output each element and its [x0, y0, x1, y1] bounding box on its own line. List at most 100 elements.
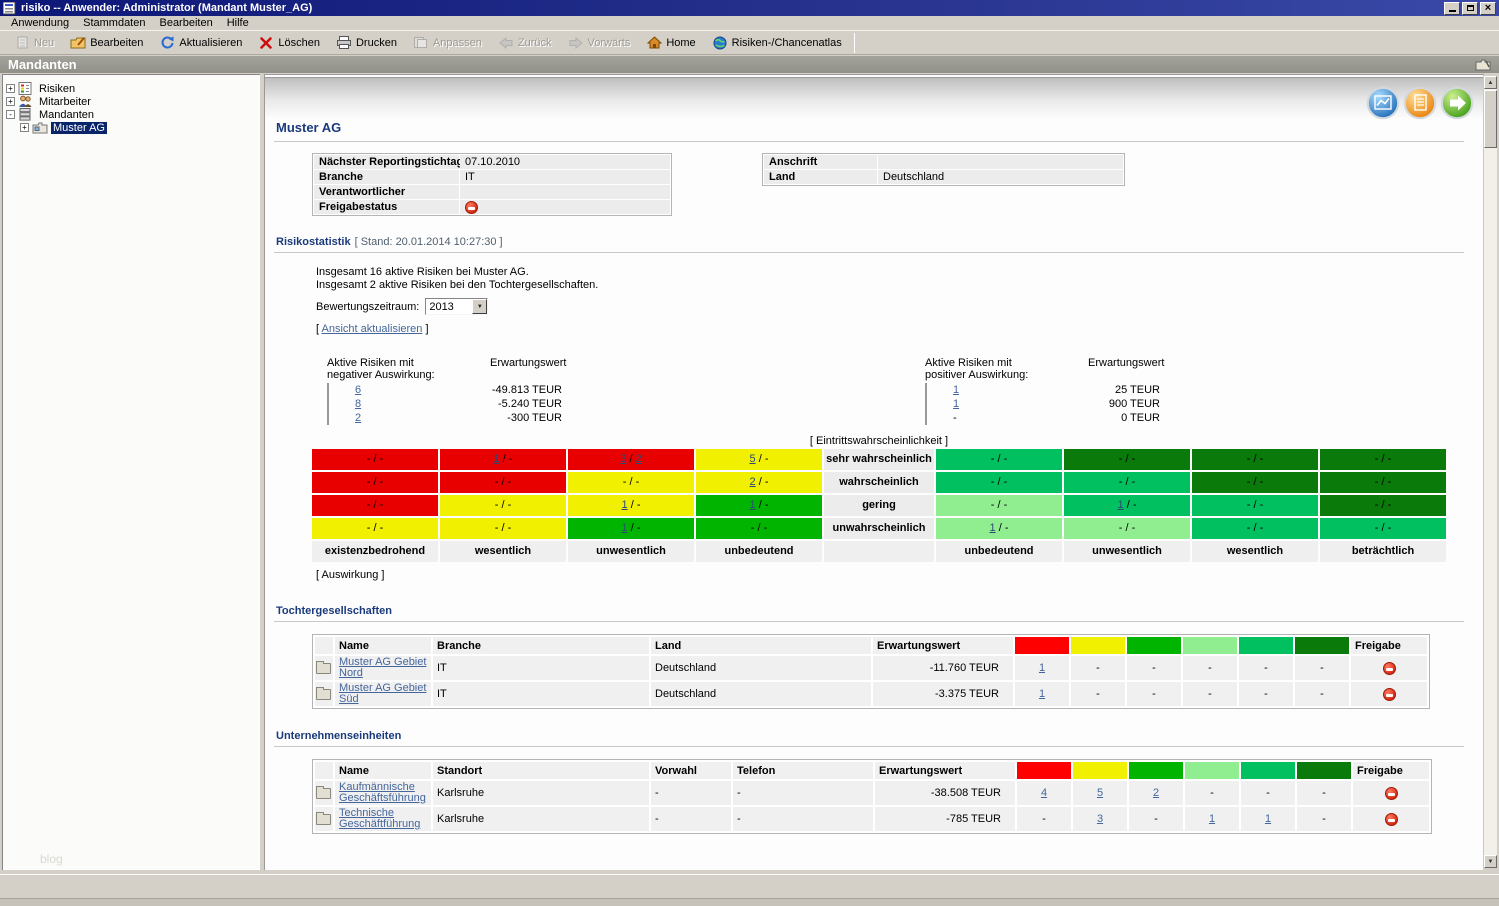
menu-bearbeiten[interactable]: Bearbeiten	[152, 16, 219, 30]
impact-axis-label: unwesentlich	[1064, 541, 1190, 562]
bracket: ]	[425, 323, 428, 335]
matrix-cell: - / -	[312, 495, 438, 516]
refresh-view-link[interactable]: Ansicht aktualisieren	[322, 323, 423, 335]
toolbar-button-risiken-chancenatlas[interactable]: Risiken-/Chancenatlas	[704, 32, 850, 54]
period-row: Bewertungszeitraum: 2013	[316, 298, 488, 315]
legend-color-swatch	[327, 397, 329, 411]
info-value: 07.10.2010	[460, 155, 670, 169]
expand-icon[interactable]: +	[6, 97, 15, 106]
legend-color-swatch	[925, 397, 927, 411]
forward-button[interactable]	[1440, 86, 1474, 120]
matrix-count-link[interactable]: 1	[622, 499, 628, 511]
expand-icon[interactable]: +	[6, 84, 15, 93]
legend-swatch-cell	[925, 398, 953, 410]
toolbar-button-drucken[interactable]: Drucken	[328, 32, 405, 54]
matrix-count-link[interactable]: 2	[636, 453, 642, 465]
risk-count-link[interactable]: 2	[1153, 788, 1159, 799]
expand-icon[interactable]: +	[20, 123, 29, 132]
entity-link[interactable]: Muster AG Gebiet Nord	[339, 657, 427, 679]
collapse-icon[interactable]: -	[6, 110, 15, 119]
matrix-count: -	[1260, 453, 1264, 465]
matrix-count: -	[1247, 522, 1251, 534]
info-row-verantwortlicher: Verantwortlicher	[314, 185, 670, 199]
entity-link[interactable]: Kaufmännische Geschäftsführung	[339, 782, 427, 804]
risk-count-link[interactable]: 5	[1097, 788, 1103, 799]
matrix-cell: - / -	[1064, 472, 1190, 493]
matrix-count-link[interactable]: 1	[1118, 499, 1124, 511]
risk-count-link[interactable]: 4	[1041, 788, 1047, 799]
risk-count-link[interactable]: 1	[1039, 663, 1045, 674]
column-header-vorwahl: Vorwahl	[651, 762, 731, 779]
matrix-count-link[interactable]: 1	[494, 453, 500, 465]
tree-item-mitarbeiter[interactable]: +Mitarbeiter	[6, 95, 256, 108]
risk-count-cell: -	[1129, 807, 1183, 831]
tree-item-risiken[interactable]: +Risiken	[6, 82, 256, 95]
risk-count-link[interactable]: 1	[1039, 689, 1045, 700]
toolbar-button-bearbeiten[interactable]: Bearbeiten	[62, 32, 151, 54]
tree-item-muster-ag[interactable]: +Muster AG	[6, 121, 256, 134]
toolbar-button-home[interactable]: Home	[638, 32, 703, 54]
chart-button[interactable]	[1366, 86, 1400, 120]
risikostatistik-label: Risikostatistik	[276, 236, 351, 248]
home-icon	[646, 35, 662, 51]
matrix-count-link[interactable]: 1	[990, 522, 996, 534]
legend-color-swatch	[925, 383, 927, 397]
folder-cell	[315, 807, 333, 831]
risk-color-header	[1239, 637, 1293, 654]
legend-swatch-cell	[327, 398, 355, 410]
risk-count-link[interactable]: 3	[1097, 814, 1103, 825]
toolbar-button-label: Bearbeiten	[90, 37, 143, 49]
risk-count-cell: 1	[1015, 682, 1069, 706]
denied-status-icon	[465, 201, 478, 214]
risk-count-link[interactable]: 8	[355, 398, 361, 410]
vertical-scrollbar[interactable]	[1484, 76, 1497, 868]
matrix-cell: 2 / -	[696, 472, 822, 493]
chevron-down-icon[interactable]	[472, 299, 487, 314]
entity-link[interactable]: Technische Geschäftführung	[339, 808, 427, 830]
matrix-cell: - / -	[1064, 449, 1190, 470]
matrix-count-link[interactable]: 1	[622, 522, 628, 534]
restore-button[interactable]	[1462, 2, 1478, 15]
legend-positive-col2: Erwartungswert	[1088, 357, 1164, 369]
period-label: Bewertungszeitraum:	[316, 301, 419, 313]
matrix-count-link[interactable]: 2	[750, 476, 756, 488]
risk-count-cell: 2	[1129, 781, 1183, 805]
risk-color-header	[1071, 637, 1125, 654]
minimize-button[interactable]	[1444, 2, 1460, 15]
risk-count-link[interactable]: 2	[355, 412, 361, 424]
scroll-up-button[interactable]	[1484, 76, 1497, 89]
tree-item-mandanten[interactable]: -Mandanten	[6, 108, 256, 121]
matrix-count-link[interactable]: 3	[620, 453, 626, 465]
pin-folder-icon[interactable]	[1475, 59, 1491, 71]
info-value: Deutschland	[878, 170, 1123, 184]
scrollbar-thumb[interactable]	[1484, 90, 1497, 148]
scroll-down-button[interactable]	[1484, 855, 1497, 868]
matrix-count: -	[495, 476, 499, 488]
toolbar-button-l-schen[interactable]: Löschen	[250, 32, 328, 54]
report-button[interactable]	[1403, 86, 1437, 120]
matrix-cell: - / -	[1192, 518, 1318, 539]
risk-count-link[interactable]: 1	[953, 384, 959, 396]
customize-icon	[413, 35, 429, 51]
folder-cell	[315, 682, 333, 706]
menu-anwendung[interactable]: Anwendung	[4, 16, 76, 30]
risk-count-link[interactable]: 1	[1209, 814, 1215, 825]
menu-hilfe[interactable]: Hilfe	[220, 16, 256, 30]
entity-link[interactable]: Muster AG Gebiet Süd	[339, 683, 427, 705]
risk-count-link[interactable]: 6	[355, 384, 361, 396]
legend-count-cell: 1	[953, 398, 983, 410]
close-button[interactable]	[1480, 2, 1496, 15]
risk-count-link[interactable]: 1	[1265, 814, 1271, 825]
client-icon	[32, 121, 48, 134]
menu-stammdaten[interactable]: Stammdaten	[76, 16, 152, 30]
toolbar-button-aktualisieren[interactable]: Aktualisieren	[151, 32, 250, 54]
legend-color-swatch	[327, 411, 329, 425]
toolbar-button-zur-ck: Zurück	[490, 32, 560, 54]
risk-count-link[interactable]: 1	[953, 398, 959, 410]
matrix-count-link[interactable]: 1	[750, 499, 756, 511]
matrix-count-link[interactable]: 5	[750, 453, 756, 465]
stand-timestamp: [ Stand: 20.01.2014 10:27:30 ]	[355, 236, 503, 248]
legend-swatch-cell	[327, 412, 355, 424]
legend-count-cell: 8	[355, 398, 385, 410]
period-select[interactable]: 2013	[425, 298, 488, 315]
